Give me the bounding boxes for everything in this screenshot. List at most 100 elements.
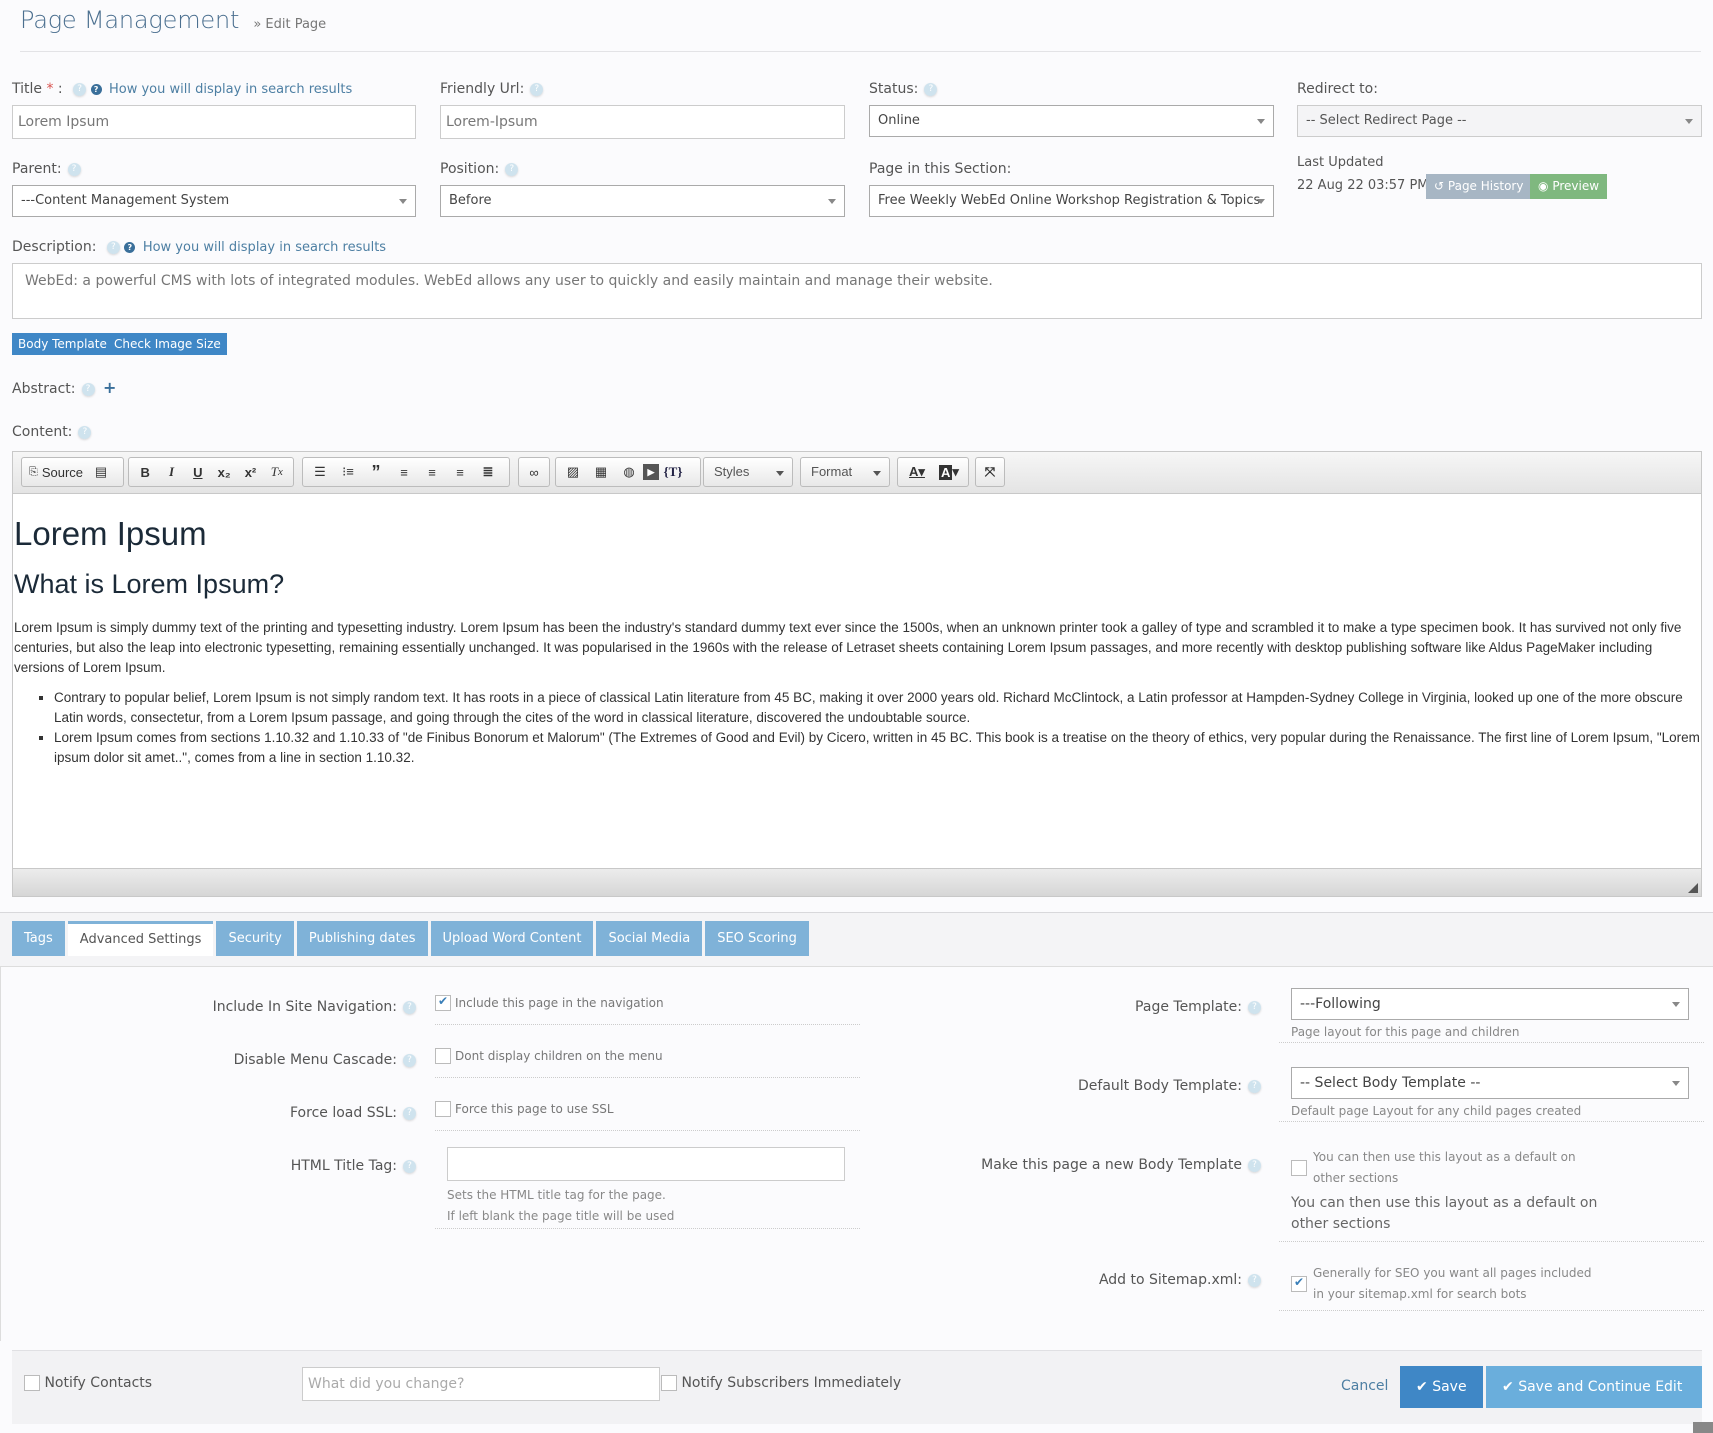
bold-icon[interactable]: B (132, 460, 158, 484)
tab-security[interactable]: Security (216, 921, 294, 956)
globe-icon[interactable]: ◍ (615, 460, 643, 484)
underline-icon[interactable]: U (185, 460, 211, 484)
table-icon[interactable]: ▦ (587, 460, 615, 484)
description-textarea[interactable]: WebEd: a powerful CMS with lots of integ… (12, 263, 1702, 319)
friendly-url-input[interactable]: Lorem-Ipsum (440, 105, 845, 139)
tab-advanced-settings[interactable]: Advanced Settings (67, 921, 214, 956)
help-icon[interactable]: ? (1248, 1000, 1261, 1014)
save-continue-button[interactable]: ✔ Save and Continue Edit (1486, 1366, 1702, 1408)
tab-tags[interactable]: Tags (12, 921, 65, 956)
tab-seo-scoring[interactable]: SEO Scoring (705, 921, 809, 956)
help-icon[interactable]: ? (530, 82, 544, 96)
help-icon[interactable]: ? (73, 82, 87, 96)
cascade-checkbox[interactable] (435, 1048, 451, 1064)
italic-icon[interactable]: I (158, 460, 184, 484)
redirect-select[interactable]: -- Select Redirect Page -- (1297, 105, 1702, 137)
resize-handle-icon[interactable] (1688, 883, 1698, 893)
maximize-icon[interactable]: ⤧ (979, 460, 1001, 484)
scroll-to-top-button[interactable] (1693, 1422, 1713, 1433)
check-icon: ✔ (1502, 1379, 1514, 1395)
tab-publishing-dates[interactable]: Publishing dates (296, 921, 428, 956)
rich-text-editor[interactable]: ⎘ Source ▤ B I U x₂ x² Tx ☰ ⁝≡ ” ≡ ≡ ≡ ≣ … (12, 451, 1702, 897)
ssl-checkbox[interactable] (435, 1101, 451, 1117)
format-dropdown[interactable]: Format (800, 457, 890, 487)
nav-checkbox[interactable] (435, 994, 451, 1011)
superscript-icon[interactable]: x² (237, 460, 263, 484)
chevron-down-icon (873, 471, 881, 476)
parent-select[interactable]: ---Content Management System (12, 185, 416, 217)
help-icon[interactable]: ? (1248, 1158, 1261, 1172)
page-header: Page Management » Edit Page (20, 6, 1701, 52)
plus-icon[interactable]: + (103, 378, 116, 397)
status-value: Online (878, 113, 920, 128)
cascade-checkbox-label: Dont display children on the menu (455, 1049, 663, 1063)
save-continue-label: Save and Continue Edit (1518, 1379, 1683, 1395)
friendly-url-label: Friendly Url:? (440, 81, 544, 97)
help-icon[interactable]: ? (78, 425, 92, 439)
help-icon[interactable]: ? (1248, 1273, 1261, 1287)
position-select[interactable]: Before (440, 185, 845, 217)
check-image-size-button[interactable]: Check Image Size (108, 333, 227, 355)
help-icon[interactable]: ? (1248, 1079, 1261, 1093)
history-icon: ↺ (1434, 179, 1445, 193)
blockquote-icon[interactable]: ” (362, 460, 390, 484)
align-center-icon[interactable]: ≡ (418, 460, 446, 484)
section-select[interactable]: Free Weekly WebEd Online Workshop Regist… (869, 185, 1274, 217)
page-title: Page Management (20, 6, 240, 34)
background-color-icon[interactable]: A ▾ (933, 460, 965, 484)
notify-contacts[interactable]: Notify Contacts (24, 1375, 152, 1391)
search-results-link[interactable]: How you will display in search results (143, 240, 386, 255)
page-template-select[interactable]: ---Following (1291, 988, 1689, 1020)
cascade-label: Disable Menu Cascade:? (151, 1052, 416, 1068)
bulleted-list-icon[interactable]: ⁝≡ (334, 460, 362, 484)
editor-content[interactable]: Lorem Ipsum What is Lorem Ipsum? Lorem I… (13, 494, 1701, 866)
html-title-tag-input[interactable] (447, 1147, 845, 1181)
help-icon[interactable]: ? (106, 240, 120, 254)
help-icon[interactable]: ? (924, 82, 938, 96)
title-tag-label: HTML Title Tag:? (151, 1158, 416, 1174)
title-input[interactable]: Lorem Ipsum (12, 105, 416, 139)
notify-subscribers-checkbox[interactable] (661, 1375, 677, 1391)
sitemap-checkbox[interactable] (1291, 1275, 1307, 1292)
remove-format-icon[interactable]: Tx (264, 460, 290, 484)
preview-button[interactable]: ◉ Preview (1530, 174, 1608, 199)
text-color-icon[interactable]: A▾ (901, 460, 933, 484)
help-icon[interactable]: ? (505, 162, 519, 176)
help-icon[interactable]: ? (403, 1000, 416, 1014)
title-tag-label-text: HTML Title Tag: (290, 1158, 397, 1174)
styles-dropdown[interactable]: Styles (703, 457, 793, 487)
help-icon[interactable]: ? (403, 1159, 416, 1173)
notify-contacts-checkbox[interactable] (24, 1375, 40, 1391)
source-button[interactable]: ⎘ Source (25, 460, 87, 484)
change-note-input[interactable]: What did you change? (302, 1367, 660, 1401)
align-right-icon[interactable]: ≡ (446, 460, 474, 484)
numbered-list-icon[interactable]: ☰ (306, 460, 334, 484)
link-icon[interactable]: ∞ (522, 460, 546, 484)
help-icon[interactable]: ? (403, 1053, 416, 1067)
chevron-down-icon (1257, 119, 1265, 124)
body-template-button[interactable]: Body Template (12, 333, 113, 355)
tab-upload-word-content[interactable]: Upload Word Content (430, 921, 594, 956)
help-icon[interactable]: ? (67, 162, 81, 176)
help-icon[interactable]: ? (403, 1106, 416, 1120)
save-button[interactable]: ✔ Save (1400, 1366, 1483, 1408)
new-body-template-checkbox[interactable] (1291, 1160, 1307, 1176)
notify-subscribers[interactable]: Notify Subscribers Immediately (661, 1375, 901, 1391)
template-field-icon[interactable]: {T} (659, 460, 687, 484)
align-justify-icon[interactable]: ≣ (474, 460, 502, 484)
body-template-select[interactable]: -- Select Body Template -- (1291, 1067, 1689, 1099)
tab-social-media[interactable]: Social Media (596, 921, 703, 956)
content-heading-1: Lorem Ipsum (14, 515, 207, 552)
align-left-icon[interactable]: ≡ (390, 460, 418, 484)
document-icon[interactable]: ▤ (87, 460, 115, 484)
status-select[interactable]: Online (869, 105, 1274, 137)
ssl-label-text: Force load SSL: (290, 1105, 397, 1121)
youtube-icon[interactable]: ▶ (643, 464, 659, 480)
page-history-button[interactable]: ↺ Page History (1426, 174, 1532, 199)
help-icon[interactable]: ? (81, 382, 95, 396)
search-results-link[interactable]: How you will display in search results (109, 82, 352, 97)
image-icon[interactable]: ▨ (559, 460, 587, 484)
subscript-icon[interactable]: x₂ (211, 460, 237, 484)
settings-tabs-area: Tags Advanced Settings Security Publishi… (0, 912, 1713, 1341)
cancel-link[interactable]: Cancel (1341, 1378, 1388, 1394)
